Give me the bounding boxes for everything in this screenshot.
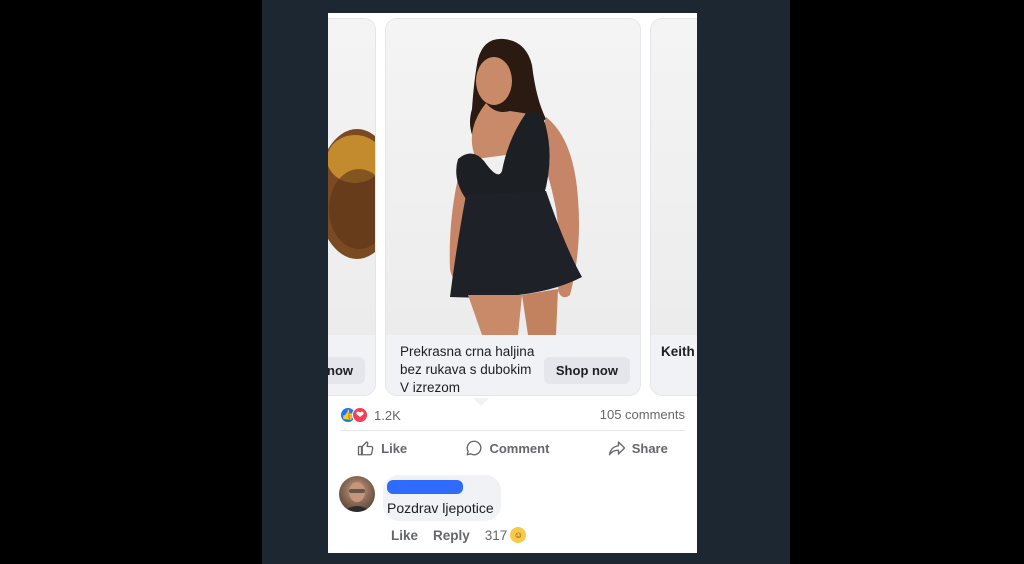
comment-label: Comment — [489, 440, 550, 456]
love-reaction-icon: ❤ — [352, 407, 368, 423]
right-black-bar — [790, 0, 1024, 564]
post-actions: Like Comment Share — [328, 433, 697, 463]
product-title-next[interactable]: Keith T-shir — [661, 343, 697, 361]
thumbs-up-icon — [357, 441, 374, 456]
share-button[interactable]: Share — [608, 439, 668, 457]
shop-now-button[interactable]: now — [328, 357, 365, 384]
facebook-post: now Prekrasna crna haljina bez rukava s … — [328, 13, 697, 553]
product-image-black-dress — [386, 19, 640, 335]
product-title[interactable]: Prekrasna crna haljina bez rukava s dubo… — [400, 343, 540, 395]
like-button[interactable]: Like — [357, 439, 407, 457]
comment-like-button[interactable]: Like — [391, 528, 418, 543]
comments-count-link[interactable]: 105 comments — [600, 407, 685, 422]
carousel-card-previous[interactable]: now — [328, 18, 376, 396]
carousel-card-next[interactable]: Keith T-shir — [650, 18, 697, 396]
product-image-next — [651, 19, 697, 335]
carousel-pointer — [473, 398, 489, 406]
divider — [340, 430, 685, 431]
laugh-reaction-icon: ☺ — [510, 527, 527, 543]
comment-reply-button[interactable]: Reply — [433, 528, 470, 543]
redacted-commenter-name — [387, 480, 463, 494]
reaction-count: 1.2K — [374, 407, 401, 423]
reactions-summary[interactable]: 👍 ❤ 1.2K — [340, 406, 401, 424]
share-label: Share — [631, 440, 668, 456]
comment-bubble[interactable]: Pozdrav ljepotice — [383, 475, 501, 521]
shop-now-button[interactable]: Shop now — [543, 357, 630, 384]
like-label: Like — [381, 440, 408, 456]
comment-reaction-count: 317 — [484, 527, 508, 543]
product-image-vase — [328, 19, 375, 335]
comment-reactions[interactable]: 317 ☺ — [485, 527, 527, 543]
carousel-card-dress[interactable]: Prekrasna crna haljina bez rukava s dubo… — [385, 18, 641, 396]
product-carousel[interactable]: now Prekrasna crna haljina bez rukava s … — [328, 18, 697, 406]
comment-icon — [467, 440, 482, 456]
avatar[interactable] — [339, 476, 375, 512]
left-black-bar — [0, 0, 262, 564]
comment-meta: Like Reply 317 ☺ — [391, 527, 527, 543]
comment-button[interactable]: Comment — [465, 439, 549, 457]
comment-text: Pozdrav ljepotice — [387, 500, 494, 516]
share-icon — [608, 441, 625, 456]
